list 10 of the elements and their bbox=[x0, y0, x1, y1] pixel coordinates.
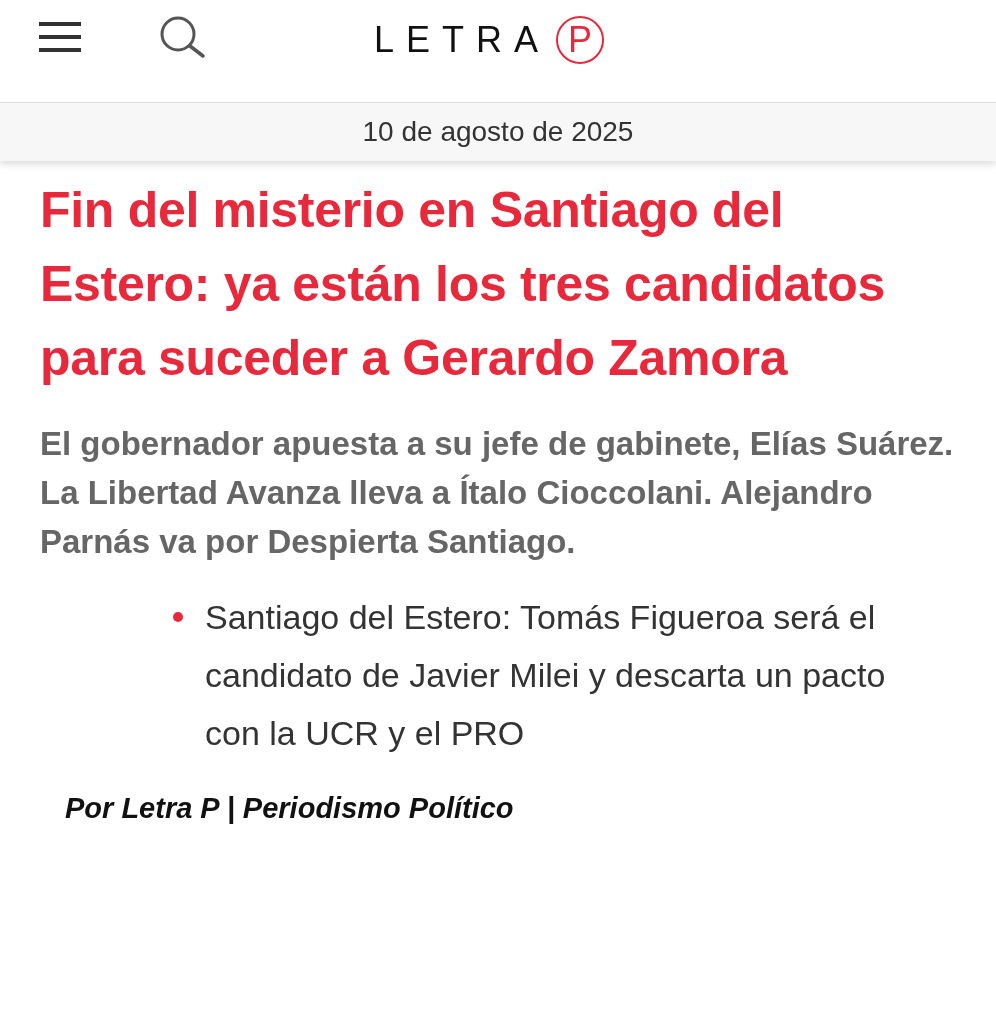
logo-mark[interactable]: P bbox=[556, 16, 605, 64]
article-summary: El gobernador apuesta a su jefe de gabinete, Elías Suárez. La Libertad Avanza lleva a Ítalo Cioccolani. Alejandro Parnás va por Despierta Santiago. bbox=[40, 424, 955, 562]
headline: Fin del misterio en Santiago del Estero: ya están los tres candidatos para suceder a Gerardo Zamora bbox=[40, 181, 887, 388]
search-icon[interactable] bbox=[159, 16, 207, 58]
logo-text[interactable]: LETRA bbox=[374, 19, 551, 61]
article-date: 10 de agosto de 2025 bbox=[362, 116, 634, 148]
menu-icon[interactable] bbox=[39, 22, 81, 52]
bullet-icon bbox=[173, 612, 183, 622]
byline: Por Letra P | Periodismo Político bbox=[65, 792, 515, 825]
related-article-link[interactable]: Santiago del Estero: Tomás Figueroa será el candidato de Javier Milei y descarta un pacto con la UCR y el PRO bbox=[205, 588, 925, 762]
